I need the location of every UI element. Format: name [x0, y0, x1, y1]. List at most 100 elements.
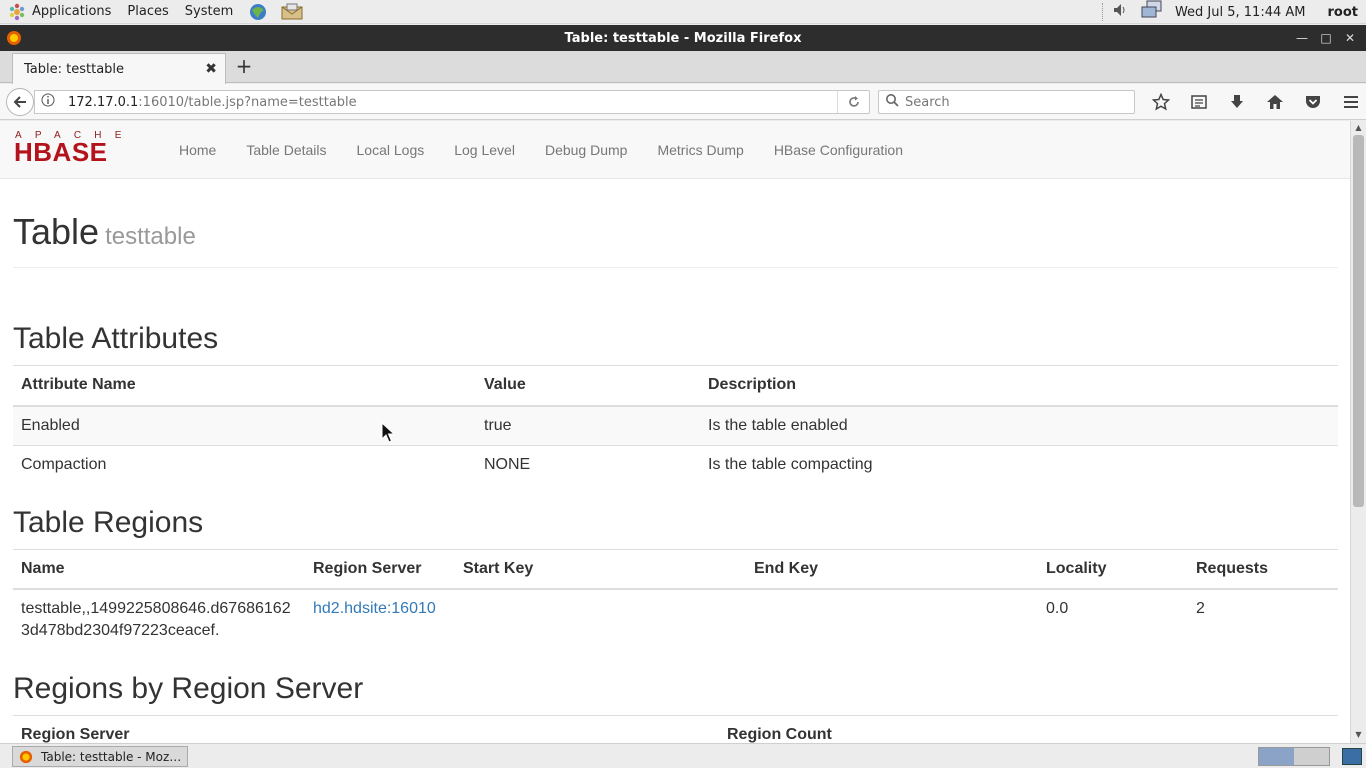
- column-header: End Key: [746, 548, 1038, 590]
- region-name: testtable,,1499225808646.d67686162 3d478…: [13, 588, 305, 650]
- pocket-icon[interactable]: [1294, 93, 1332, 111]
- hbase-navbar: APACHE HBASE Home Table Details Local Lo…: [0, 121, 1350, 179]
- url-host: 172.17.0.1: [68, 94, 139, 110]
- table-cell: true: [476, 405, 700, 446]
- site-info-icon[interactable]: [41, 93, 57, 111]
- page-subtitle: testtable: [105, 223, 196, 250]
- tab-title: Table: testtable: [24, 61, 125, 77]
- back-button[interactable]: [6, 88, 34, 116]
- url-bar[interactable]: 172.17.0.1 :16010/table.jsp?name=testtab…: [34, 90, 870, 114]
- column-header: Region Server: [305, 548, 455, 590]
- bookmark-star-icon[interactable]: [1142, 93, 1180, 111]
- search-placeholder: Search: [905, 94, 950, 110]
- reload-icon[interactable]: [837, 91, 869, 113]
- workspace-switcher[interactable]: [1258, 747, 1330, 766]
- maximize-icon[interactable]: □: [1314, 31, 1338, 45]
- page-viewport: APACHE HBASE Home Table Details Local Lo…: [0, 121, 1350, 743]
- hamburger-menu-icon[interactable]: [1332, 93, 1366, 111]
- requests: 2: [1188, 588, 1338, 650]
- page-content: Table testtable Table Attributes Attribut…: [13, 179, 1338, 743]
- mouse-cursor-icon: [381, 421, 396, 448]
- table-regions-heading: Table Regions: [13, 505, 204, 539]
- table-cell: Is the table enabled: [700, 405, 1338, 446]
- nav-table-details[interactable]: Table Details: [231, 142, 341, 158]
- nav-metrics-dump[interactable]: Metrics Dump: [642, 142, 758, 158]
- places-menu[interactable]: Places: [119, 0, 176, 24]
- minimize-icon[interactable]: —: [1290, 31, 1314, 45]
- column-header: Name: [13, 548, 305, 590]
- column-header: Start Key: [455, 548, 746, 590]
- firefox-icon: [6, 30, 22, 50]
- home-icon[interactable]: [1256, 93, 1294, 111]
- column-header: Region Count: [719, 715, 1338, 743]
- table-row: Enabled true Is the table enabled: [13, 405, 1338, 446]
- taskbar-window-label: Table: testtable - Moz…: [41, 749, 182, 764]
- firefox-icon: [19, 750, 33, 763]
- page-scrollbar[interactable]: ▲ ▼: [1350, 121, 1366, 743]
- gnome-foot-icon: [9, 3, 25, 20]
- tab-strip: Table: testtable ✖ +: [0, 51, 1366, 84]
- taskbar-window-button[interactable]: Table: testtable - Moz…: [12, 746, 188, 767]
- mail-launcher-icon[interactable]: [280, 2, 304, 22]
- applications-menu[interactable]: Applications: [0, 0, 119, 24]
- nav-home[interactable]: Home: [164, 142, 231, 158]
- table-regions: Name Region Server Start Key End Key Loc…: [13, 548, 1338, 650]
- new-tab-icon[interactable]: +: [232, 55, 256, 79]
- table-cell: Compaction: [13, 445, 476, 486]
- column-header: Attribute Name: [13, 365, 476, 407]
- table-attributes-heading: Table Attributes: [13, 322, 219, 355]
- nav-hbase-configuration[interactable]: HBase Configuration: [759, 142, 918, 158]
- system-label: System: [184, 4, 234, 19]
- hbase-logo[interactable]: APACHE HBASE: [14, 129, 150, 167]
- search-icon: [885, 93, 899, 111]
- column-header: Description: [700, 365, 1338, 407]
- page-header: Table testtable: [13, 212, 1338, 268]
- page-title: Table testtable: [13, 212, 1338, 257]
- region-server-link[interactable]: hd2.hdsite:16010: [313, 600, 436, 617]
- scroll-down-icon[interactable]: ▼: [1353, 730, 1364, 741]
- back-arrow-icon: [13, 96, 26, 108]
- url-path: :16010/table.jsp?name=testtable: [138, 94, 357, 110]
- locality: 0.0: [1038, 588, 1188, 650]
- column-header: Region Server: [13, 715, 719, 743]
- window-titlebar[interactable]: Table: testtable - Mozilla Firefox — □ ✕: [0, 25, 1366, 51]
- volume-icon[interactable]: [1111, 1, 1129, 23]
- regions-by-server-heading: Regions by Region Server: [13, 672, 364, 705]
- close-tab-icon[interactable]: ✖: [205, 61, 217, 77]
- navigation-bar: 172.17.0.1 :16010/table.jsp?name=testtab…: [0, 84, 1366, 120]
- nav-log-level[interactable]: Log Level: [439, 142, 530, 158]
- scrollbar-thumb[interactable]: [1353, 135, 1364, 507]
- show-desktop-icon[interactable]: [1342, 748, 1362, 765]
- search-input[interactable]: Search: [878, 90, 1135, 114]
- top-panel: Applications Places System Wed Jul 5, 11…: [0, 0, 1366, 24]
- svg-text:HBASE: HBASE: [14, 137, 108, 163]
- table-cell: Enabled: [13, 405, 476, 446]
- network-icon[interactable]: [1141, 0, 1163, 24]
- browser-tab[interactable]: Table: testtable ✖: [12, 53, 226, 84]
- system-menu[interactable]: System: [177, 0, 241, 24]
- nav-local-logs[interactable]: Local Logs: [342, 142, 440, 158]
- regions-by-server-table: Region Server Region Count: [13, 715, 1338, 743]
- bottom-taskbar: Table: testtable - Moz…: [0, 743, 1366, 768]
- applications-label: Applications: [32, 4, 112, 19]
- browser-launcher-icon[interactable]: [246, 2, 270, 22]
- end-key: [746, 588, 1038, 650]
- start-key: [455, 588, 746, 650]
- close-window-icon[interactable]: ✕: [1338, 31, 1362, 45]
- clock[interactable]: Wed Jul 5, 11:44 AM: [1175, 5, 1306, 20]
- column-header: Requests: [1188, 548, 1338, 590]
- scroll-up-icon[interactable]: ▲: [1353, 123, 1364, 134]
- user-name[interactable]: root: [1328, 5, 1359, 20]
- table-row: testtable,,1499225808646.d67686162 3d478…: [13, 588, 1338, 650]
- nav-debug-dump[interactable]: Debug Dump: [530, 142, 643, 158]
- downloads-icon[interactable]: [1218, 93, 1256, 111]
- table-cell: NONE: [476, 445, 700, 486]
- workspace-2[interactable]: [1294, 748, 1329, 765]
- page-title-text: Table: [13, 211, 100, 252]
- region-server-cell: hd2.hdsite:16010: [305, 588, 455, 650]
- table-row: Compaction NONE Is the table compacting: [13, 445, 1338, 486]
- bookmarks-list-icon[interactable]: [1180, 93, 1218, 111]
- workspace-1[interactable]: [1259, 748, 1294, 765]
- window-title: Table: testtable - Mozilla Firefox: [564, 30, 802, 46]
- column-header: Locality: [1038, 548, 1188, 590]
